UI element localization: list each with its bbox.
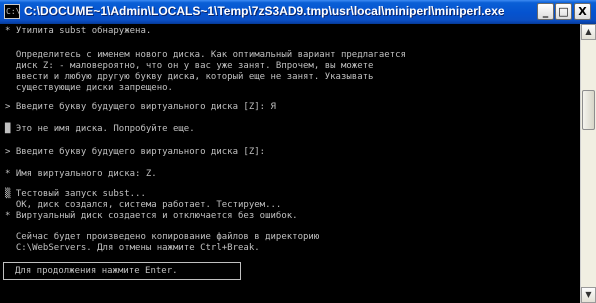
- title-bar[interactable]: C:\ C:\DOCUME~1\Admin\LOCALS~1\Temp\7zS3…: [0, 0, 596, 24]
- console-line: > Введите букву будущего виртуального ди…: [5, 102, 276, 112]
- window-title: C:\DOCUME~1\Admin\LOCALS~1\Temp\7zS3AD9.…: [24, 4, 504, 18]
- scroll-up-button[interactable]: ▲: [581, 24, 596, 40]
- console-line: * Имя виртуального диска: Z.: [5, 169, 157, 179]
- close-button[interactable]: X: [574, 3, 591, 20]
- minimize-button[interactable]: _: [537, 3, 554, 20]
- console-line: * Утилита subst обнаружена.: [5, 26, 152, 36]
- console-line: █ Это не имя диска. Попробуйте еще.: [5, 124, 195, 134]
- console-line: C:\WebServers. Для отмены нажмите Ctrl+B…: [5, 243, 260, 253]
- continue-prompt-text: Для продолжения нажмите Enter.: [15, 266, 178, 276]
- console-line: > Введите букву будущего виртуального ди…: [5, 147, 266, 157]
- scroll-down-button[interactable]: ▼: [581, 287, 596, 303]
- maximize-button[interactable]: □: [555, 3, 572, 20]
- vertical-scrollbar[interactable]: ▲ ▼: [580, 24, 596, 303]
- scroll-thumb[interactable]: [582, 90, 595, 130]
- console-line: * Виртуальный диск создается и отключает…: [5, 211, 298, 221]
- console-app-icon[interactable]: C:\: [4, 4, 20, 19]
- console-window: C:\ C:\DOCUME~1\Admin\LOCALS~1\Temp\7zS3…: [0, 0, 596, 303]
- console-output[interactable]: * Утилита subst обнаружена. Определитесь…: [0, 24, 580, 303]
- console-line: существующие диски запрещено.: [5, 83, 173, 93]
